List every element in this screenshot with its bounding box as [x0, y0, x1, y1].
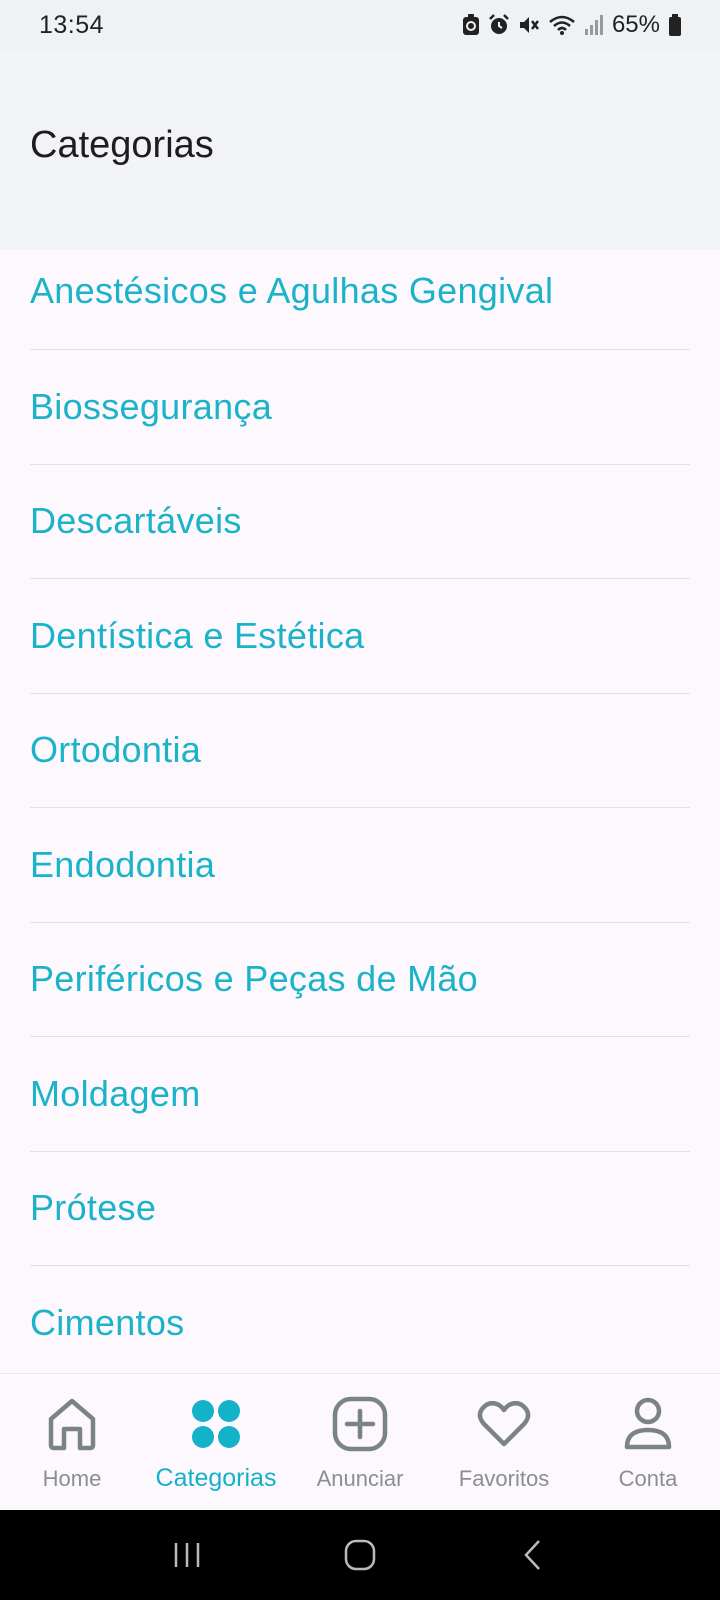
category-item-anestesicos[interactable]: Anestésicos e Agulhas Gengival	[30, 250, 690, 350]
category-item-endodontia[interactable]: Endodontia	[30, 808, 690, 923]
category-label: Anestésicos e Agulhas Gengival	[30, 270, 554, 311]
category-label: Moldagem	[30, 1072, 201, 1114]
recent-apps-icon[interactable]	[157, 1525, 217, 1585]
nav-item-favoritos[interactable]: Favoritos	[432, 1374, 576, 1510]
category-label: Cimentos	[30, 1302, 185, 1344]
alarm-icon	[488, 14, 510, 36]
category-label: Endodontia	[30, 843, 216, 885]
signal-icon	[584, 14, 604, 36]
categories-icon	[188, 1396, 244, 1452]
add-icon	[332, 1396, 388, 1452]
nav-label: Favoritos	[458, 1466, 550, 1491]
category-item-ortodontia[interactable]: Ortodontia	[30, 694, 690, 808]
nav-item-categorias[interactable]: Categorias	[144, 1374, 288, 1510]
wifi-icon	[548, 14, 576, 36]
nav-item-anunciar[interactable]: Anunciar	[288, 1374, 432, 1510]
category-list: Anestésicos e Agulhas Gengival Biossegur…	[0, 250, 720, 1373]
category-label: Descartáveis	[30, 500, 242, 542]
nav-label: Categorias	[155, 1464, 277, 1492]
status-time: 13:54	[39, 10, 105, 39]
bottom-nav: Home Categorias Anunciar Favoritos Conta	[0, 1373, 720, 1510]
back-icon[interactable]	[503, 1525, 563, 1585]
nav-item-conta[interactable]: Conta	[576, 1374, 720, 1510]
page-title: Categorias	[30, 124, 214, 166]
category-item-dentistica[interactable]: Dentística e Estética	[30, 579, 690, 694]
category-label: Periféricos e Peças de Mão	[30, 958, 479, 1000]
status-icons: 65%	[462, 11, 682, 39]
category-item-perifericos[interactable]: Periféricos e Peças de Mão	[30, 923, 690, 1037]
nav-label: Conta	[618, 1466, 678, 1491]
category-item-biosseguranca[interactable]: Biossegurança	[30, 350, 690, 465]
account-icon	[620, 1396, 676, 1452]
category-label: Ortodontia	[30, 729, 202, 771]
sync-icon	[462, 14, 480, 36]
category-item-cimentos[interactable]: Cimentos	[30, 1266, 690, 1381]
category-item-protese[interactable]: Prótese	[30, 1152, 690, 1266]
battery-percent: 65%	[611, 11, 660, 38]
home-icon	[44, 1396, 100, 1452]
status-bar: 13:54 65%	[0, 0, 720, 50]
app-header: Categorias	[0, 50, 720, 250]
heart-icon	[476, 1396, 532, 1452]
category-item-moldagem[interactable]: Moldagem	[30, 1037, 690, 1152]
nav-label: Home	[42, 1466, 102, 1491]
home-button-icon[interactable]	[330, 1525, 390, 1585]
nav-label: Anunciar	[316, 1466, 404, 1491]
battery-icon	[668, 14, 682, 36]
category-label: Prótese	[30, 1187, 157, 1229]
nav-item-home[interactable]: Home	[0, 1374, 144, 1510]
mute-icon	[518, 14, 540, 36]
category-label: Biossegurança	[30, 385, 273, 427]
system-nav-bar	[0, 1510, 720, 1600]
category-item-descartaveis[interactable]: Descartáveis	[30, 465, 690, 579]
category-label: Dentística e Estética	[30, 614, 365, 656]
